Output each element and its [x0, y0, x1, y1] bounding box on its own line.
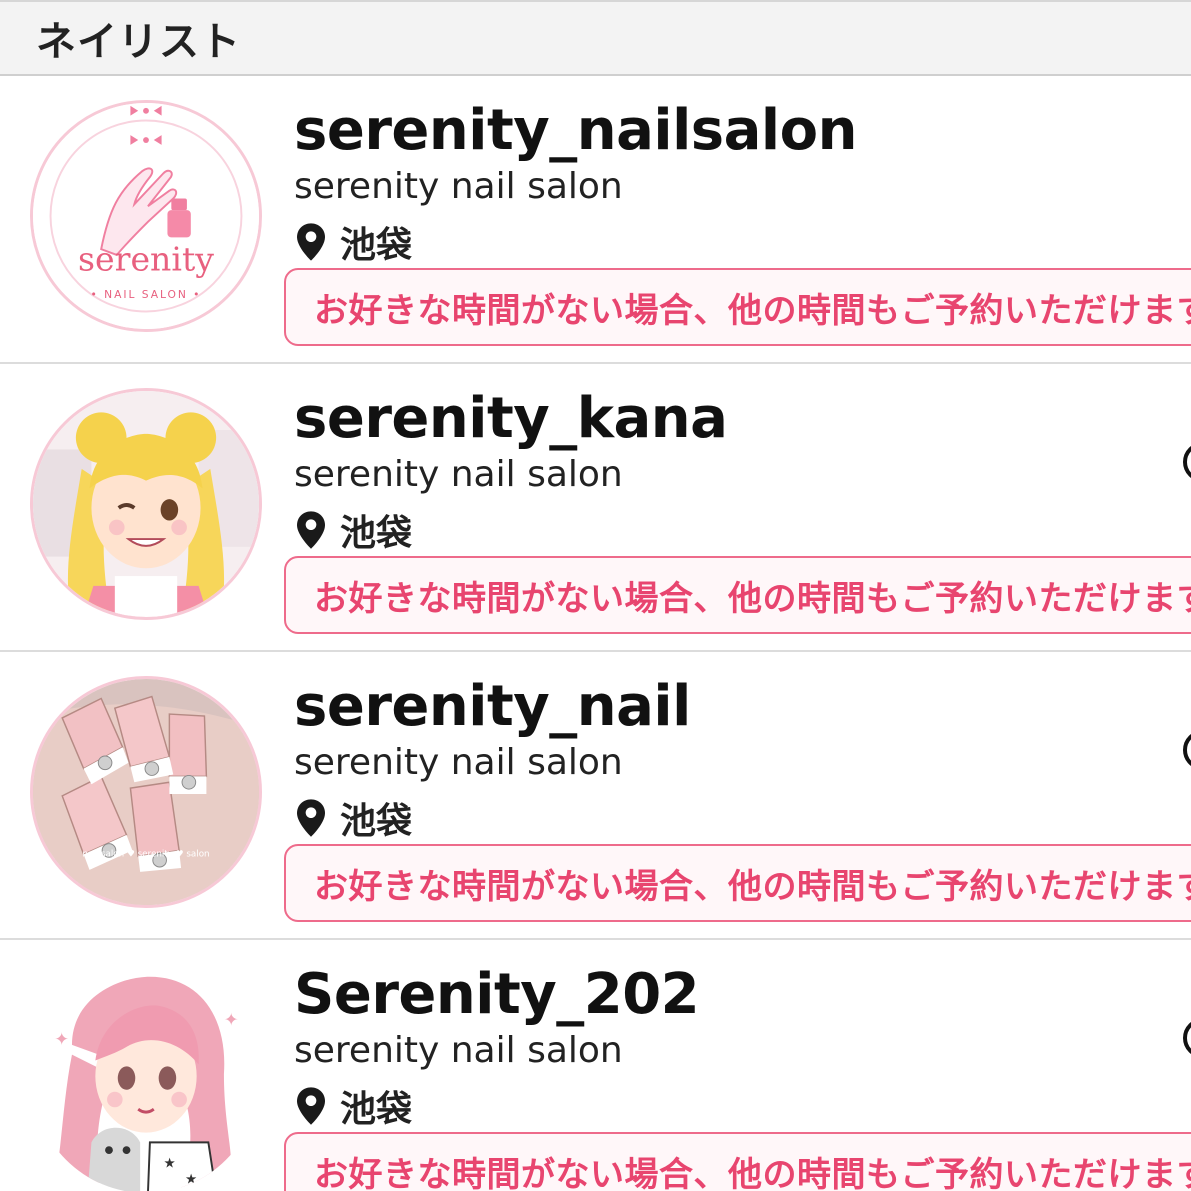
nailist-row[interactable]: nail salon ♥ serenity ♥ salon serenity_n…	[0, 652, 1191, 940]
circle-icon[interactable]	[1183, 730, 1191, 770]
location: 池袋	[294, 504, 412, 556]
nailist-list: serenity • NAIL SALON • serenity_nailsal…	[0, 76, 1191, 1191]
username[interactable]: serenity_nail	[294, 674, 691, 739]
location-label: 池袋	[340, 801, 413, 842]
nailist-row[interactable]: serenity • NAIL SALON • serenity_nailsal…	[0, 76, 1191, 364]
map-pin-icon	[297, 799, 325, 837]
anime-blonde-girl-avatar	[33, 391, 259, 617]
avatar[interactable]: serenity • NAIL SALON •	[30, 100, 262, 332]
salon-logo-avatar: serenity • NAIL SALON •	[33, 103, 259, 329]
location: 池袋	[294, 1080, 412, 1132]
booking-notice[interactable]: お好きな時間がない場合、他の時間もご予約いただけます	[284, 556, 1191, 634]
booking-notice[interactable]: お好きな時間がない場合、他の時間もご予約いただけます	[284, 844, 1191, 922]
nail-photo-avatar: nail salon ♥ serenity ♥ salon	[33, 679, 259, 905]
notice-text: お好きな時間がない場合、他の時間もご予約いただけます	[314, 290, 1191, 331]
nailist-row[interactable]: ★ ★ ✦ ✦ Serenity_202 serenity nail salon…	[0, 940, 1191, 1191]
svg-text:★: ★	[164, 1156, 176, 1172]
anime-pink-girl-avatar: ★ ★ ✦ ✦	[33, 967, 259, 1191]
avatar[interactable]: nail salon ♥ serenity ♥ salon	[30, 676, 262, 908]
circle-icon[interactable]	[1183, 1018, 1191, 1058]
logo-subtext: • NAIL SALON •	[91, 288, 202, 301]
username[interactable]: serenity_nailsalon	[294, 98, 857, 163]
logo-text: serenity	[78, 240, 214, 279]
location-label: 池袋	[340, 225, 413, 266]
booking-notice[interactable]: お好きな時間がない場合、他の時間もご予約いただけます	[284, 268, 1191, 346]
notice-text: お好きな時間がない場合、他の時間もご予約いただけます	[314, 866, 1191, 907]
location-label: 池袋	[340, 513, 413, 554]
avatar[interactable]	[30, 388, 262, 620]
circle-icon[interactable]	[1183, 442, 1191, 482]
location-label: 池袋	[340, 1089, 413, 1130]
page-title: ネイリスト	[36, 19, 241, 65]
location: 池袋	[294, 792, 412, 844]
map-pin-icon	[297, 511, 325, 549]
avatar[interactable]: ★ ★ ✦ ✦	[30, 964, 262, 1191]
map-pin-icon	[297, 1087, 325, 1125]
nailist-page: ネイリスト serenity • NAIL SALON • serenity_n…	[0, 0, 1191, 1191]
notice-text: お好きな時間がない場合、他の時間もご予約いただけます	[314, 578, 1191, 619]
username[interactable]: Serenity_202	[294, 962, 700, 1027]
svg-text:✦: ✦	[54, 1030, 69, 1050]
svg-text:★: ★	[185, 1171, 197, 1187]
photo-watermark: nail salon ♥ serenity ♥ salon	[82, 849, 209, 859]
booking-notice[interactable]: お好きな時間がない場合、他の時間もご予約いただけます	[284, 1132, 1191, 1191]
map-pin-icon	[297, 223, 325, 261]
nailist-row[interactable]: serenity_kana serenity nail salon 池袋 お好き…	[0, 364, 1191, 652]
salon-name: serenity nail salon	[294, 166, 623, 207]
salon-name: serenity nail salon	[294, 454, 623, 495]
salon-name: serenity nail salon	[294, 742, 623, 783]
username[interactable]: serenity_kana	[294, 386, 728, 451]
location: 池袋	[294, 216, 412, 268]
notice-text: お好きな時間がない場合、他の時間もご予約いただけます	[314, 1154, 1191, 1191]
svg-text:✦: ✦	[224, 1010, 239, 1030]
header: ネイリスト	[0, 0, 1191, 76]
salon-name: serenity nail salon	[294, 1030, 623, 1071]
